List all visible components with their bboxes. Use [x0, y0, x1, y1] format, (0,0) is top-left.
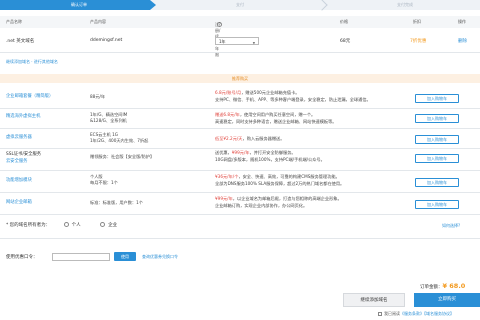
service-name[interactable]: 虚拟云服务器 — [6, 135, 32, 142]
add-to-cart-button[interactable]: 加入购物车 — [415, 200, 459, 209]
step-confirm-order: 确认订单 — [0, 0, 156, 10]
continue-add-link[interactable]: 继续添加域名 · 进行其他域名 — [6, 59, 58, 65]
use-coupon-button[interactable]: 使用 — [114, 252, 136, 261]
service-price: 1年/G、精选空间IM &128/G、全系列机 — [90, 112, 128, 123]
col-action: 操作 — [458, 19, 466, 24]
product-price: 68元 — [340, 39, 351, 44]
continue-add-button[interactable]: 继续添加域名 — [343, 293, 405, 307]
product-domain: ddemingsf.net — [90, 38, 123, 43]
service-price: 个人版 每月不限：1个 — [90, 174, 118, 185]
divider — [0, 214, 480, 215]
service-name[interactable]: 功能增加模块 — [6, 178, 32, 185]
total-label: 订单金额： — [420, 285, 443, 290]
term-select[interactable]: 1年 ▼ — [215, 37, 259, 45]
holder-label: * 您的域名所有者为： — [6, 223, 51, 228]
service-name[interactable]: SSL证书/安全服务 云安全服务 — [6, 152, 41, 165]
service-desc: 6.8元/账号/月，赠送500元企业邮箱充值卡。 支持PC、微信、手机、APP、… — [215, 90, 371, 102]
recommend-banner: 推荐购买 — [0, 74, 480, 83]
agreement-row: 我已阅读《服务条款》【域名服务协议】 — [378, 311, 454, 317]
holder-enterprise-option[interactable]: 企业 — [100, 222, 117, 228]
service-price: 标准：标准版，用户数：1个 — [90, 200, 143, 205]
divider — [0, 238, 480, 239]
add-to-cart-button[interactable]: 加入购物车 — [415, 94, 459, 103]
step-done: 支付完成 — [397, 2, 413, 7]
step-divider-icon — [316, 0, 328, 11]
service-desc: 赠送6.8元/年，使用空间用户购买任意空间，赠一个。 高速稳定，同时支持多种语言… — [215, 112, 337, 124]
add-to-cart-button[interactable]: 加入购物车 — [415, 135, 459, 144]
divider — [0, 52, 480, 53]
radio-icon — [100, 222, 106, 227]
col-product-name: 产品名称 — [6, 19, 22, 24]
help-icon[interactable]: ? — [217, 22, 222, 27]
service-price: ECS云主机 1G 1年/2G、400天内生效、7折起 — [90, 132, 149, 143]
service-price: 赠领服务：社会版【安全版/防护】 — [90, 154, 155, 159]
coupon-label: 使用优惠口令： — [6, 255, 38, 260]
add-to-cart-button[interactable]: 加入购物车 — [415, 178, 459, 187]
divider — [0, 192, 480, 193]
holder-type-row: * 您的域名所有者为： 个人 企业 — [6, 222, 117, 228]
divider — [0, 148, 480, 149]
service-desc: ¥36元/年/个，安全、快速、高效，可靠的构建CMS服务管理功能。 全部为DNS… — [215, 174, 345, 186]
service-desc: 送优惠，¥99元/年，并打开安全防御服务。 10G网盘/多版本，随机100%，支… — [215, 150, 325, 162]
service-name[interactable]: 企业邮箱套餐（精简版） — [6, 94, 53, 101]
holder-personal-option[interactable]: 个人 — [63, 222, 81, 228]
total-value: ¥ 68.0 — [442, 282, 466, 290]
divider — [0, 128, 480, 129]
add-to-cart-button[interactable]: 加入购物车 — [415, 114, 459, 123]
service-name[interactable]: 网站企业邮箱 — [6, 200, 32, 207]
domain-agreement-link[interactable]: 【域名服务协议】 — [424, 311, 454, 316]
holder-help-link[interactable]: 如何选择? — [442, 223, 460, 229]
col-price: 价格 — [340, 19, 348, 24]
service-name[interactable]: 精选海外虚拟主机 — [6, 114, 40, 121]
checkout-steps: 确认订单 支付 支付完成 — [0, 0, 480, 11]
coupon-input[interactable] — [52, 253, 110, 261]
agree-checkbox[interactable] — [378, 312, 382, 316]
product-discount: 7折优惠 — [410, 39, 427, 44]
coupon-query-link[interactable]: 查询优惠券兑换口令 — [142, 254, 178, 260]
col-discount: 折扣 — [413, 19, 421, 24]
service-desc: 低至¥2.2元/天，购入云服务器赠送。 — [215, 136, 285, 141]
divider — [0, 108, 480, 109]
col-product-content: 产品内容 — [90, 19, 106, 24]
radio-icon — [63, 222, 69, 227]
divider — [0, 170, 480, 171]
service-price: 88元/年 — [90, 94, 106, 99]
product-name: .net 英文域名 — [6, 39, 35, 44]
cart-table-header: 产品名称 产品内容 注册/续费年限? 价格 折扣 操作 — [0, 16, 480, 57]
add-to-cart-button[interactable]: 加入购物车 — [415, 154, 459, 163]
step-pay: 支付 — [236, 2, 244, 7]
terms-link[interactable]: 《服务条款》 — [400, 311, 424, 316]
service-desc: ¥99元/年，以企业域名为邮箱后缀，打造与您相称的高端企业形象。 企业邮箱订购，… — [215, 196, 342, 208]
order-total: 订单金额：¥ 68.0 — [420, 282, 465, 290]
delete-link[interactable]: 删除 — [458, 38, 467, 44]
submit-order-button[interactable]: 立即购买 — [414, 293, 480, 307]
chevron-down-icon: ▼ — [252, 40, 255, 45]
